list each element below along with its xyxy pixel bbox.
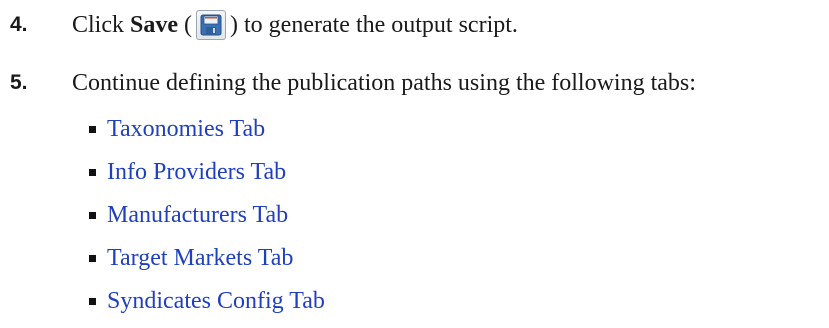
floppy-disk-icon [200, 14, 222, 36]
bullet-marker [89, 168, 96, 176]
list-item: Manufacturers Tab [0, 200, 829, 230]
step-number: 5. [10, 71, 28, 94]
list-item: Syndicates Config Tab [0, 286, 829, 316]
step-number: 4. [10, 13, 28, 36]
bullet-marker [89, 297, 96, 305]
link-manufacturers-tab[interactable]: Manufacturers Tab [107, 200, 288, 230]
step-text-suffix: to generate the output script. [238, 12, 518, 38]
step-text: Continue defining the publication paths … [72, 70, 696, 96]
link-target-markets-tab[interactable]: Target Markets Tab [107, 243, 293, 273]
list-item: Taxonomies Tab [0, 114, 829, 144]
link-info-providers-tab[interactable]: Info Providers Tab [107, 157, 286, 187]
list-item: Target Markets Tab [0, 243, 829, 273]
list-item: Info Providers Tab [0, 157, 829, 187]
close-paren: ) [230, 12, 238, 38]
save-icon[interactable] [196, 10, 226, 40]
save-label: Save [130, 12, 178, 38]
bullet-marker [89, 211, 96, 219]
step-text-prefix: Click [72, 12, 130, 38]
bullet-marker [89, 254, 96, 262]
bullet-marker [89, 125, 96, 133]
step-text: Click Save ( ) to generate the output sc… [72, 10, 518, 40]
step-5: 5. Continue defining the publication pat… [0, 68, 829, 98]
open-paren: ( [178, 12, 192, 38]
link-taxonomies-tab[interactable]: Taxonomies Tab [107, 114, 265, 144]
link-syndicates-config-tab[interactable]: Syndicates Config Tab [107, 286, 325, 316]
step-4: 4. Click Save ( ) to generate the output… [0, 10, 829, 40]
